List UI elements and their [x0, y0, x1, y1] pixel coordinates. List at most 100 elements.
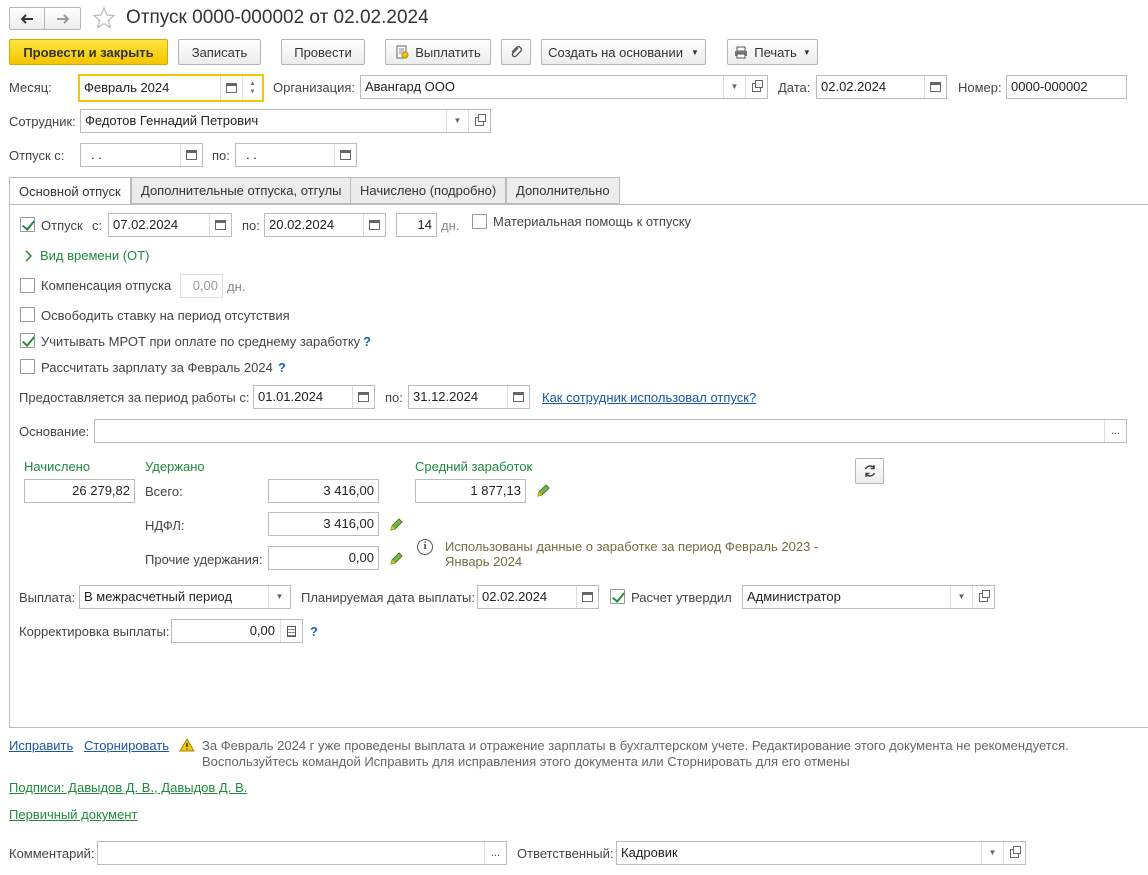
calendar-icon[interactable]	[209, 214, 231, 236]
open-icon[interactable]	[1003, 842, 1025, 864]
correction-field[interactable]: 0,00	[171, 619, 303, 643]
payment-select[interactable]: В межрасчетный период ▼	[79, 585, 291, 609]
open-icon[interactable]	[972, 586, 994, 608]
page-title: Отпуск 0000-000002 от 02.02.2024	[126, 7, 429, 28]
arrow-left-icon	[20, 13, 33, 24]
basis-field[interactable]: ...	[94, 419, 1127, 443]
calendar-icon[interactable]	[334, 144, 356, 166]
refresh-button[interactable]	[855, 458, 884, 484]
material-help-checkbox[interactable]	[472, 214, 487, 229]
leave-usage-link[interactable]: Как сотрудник использовал отпуск?	[542, 390, 756, 405]
employee-field[interactable]: Федотов Геннадий Петрович ▼	[80, 109, 491, 133]
approved-by-field[interactable]: Администратор ▼	[742, 585, 995, 609]
refresh-icon	[864, 465, 875, 477]
calendar-icon[interactable]	[180, 144, 202, 166]
tab-additional[interactable]: Дополнительно	[506, 177, 620, 204]
period-to-label: по:	[385, 390, 403, 405]
leave-end-field[interactable]: 20.02.2024	[264, 213, 386, 237]
mrot-help-icon[interactable]: ?	[363, 334, 371, 349]
tab-accrued-detailed[interactable]: Начислено (подробно)	[350, 177, 507, 204]
pay-button[interactable]: Выплатить	[385, 39, 491, 65]
post-and-close-button[interactable]: Провести и закрыть	[9, 39, 168, 65]
planned-date-field[interactable]: 02.02.2024	[477, 585, 599, 609]
favorite-star-icon[interactable]	[92, 6, 116, 30]
period-from-field[interactable]: 01.01.2024	[253, 385, 375, 409]
calculator-icon[interactable]	[280, 620, 302, 642]
other-withholdings-field[interactable]: 0,00	[268, 546, 379, 570]
calendar-icon[interactable]	[507, 386, 529, 408]
edit-other-pencil-icon[interactable]	[389, 552, 403, 566]
total-field[interactable]: 3 416,00	[268, 479, 379, 503]
calendar-icon[interactable]	[220, 76, 242, 100]
compensation-checkbox[interactable]	[20, 278, 35, 293]
comment-field[interactable]: ...	[97, 841, 507, 865]
time-type-expander[interactable]: Вид времени (ОТ)	[40, 248, 149, 263]
chevron-right-icon[interactable]	[24, 250, 33, 262]
planned-date-label: Планируемая дата выплаты:	[301, 590, 475, 605]
calc-salary-checkbox[interactable]	[20, 359, 35, 374]
month-label: Месяц:	[9, 80, 52, 95]
reverse-link[interactable]: Сторнировать	[84, 738, 169, 753]
release-rate-label: Освободить ставку на период отсутствия	[41, 308, 290, 323]
correction-help-icon[interactable]: ?	[310, 624, 318, 639]
leave-label: Отпуск	[41, 218, 83, 233]
open-icon[interactable]	[745, 76, 767, 98]
leave-start-field[interactable]: 07.02.2024	[108, 213, 232, 237]
ellipsis-icon[interactable]: ...	[484, 842, 506, 864]
calc-salary-help-icon[interactable]: ?	[278, 360, 286, 375]
accrued-field[interactable]: 26 279,82	[24, 479, 135, 503]
leave-from-field[interactable]: . .	[80, 143, 203, 167]
warning-text-1: За Февраль 2024 г уже проведены выплата …	[202, 738, 1069, 753]
dropdown-icon[interactable]: ▼	[723, 76, 745, 98]
organization-field[interactable]: Авангард ООО ▼	[360, 75, 768, 99]
edit-avg-pencil-icon[interactable]	[536, 484, 550, 498]
days-field[interactable]: 14	[396, 213, 437, 237]
post-button[interactable]: Провести	[281, 39, 365, 65]
number-label: Номер:	[958, 80, 1002, 95]
fix-link[interactable]: Исправить	[9, 738, 73, 753]
leave-to-field[interactable]: . .	[235, 143, 357, 167]
release-rate-checkbox[interactable]	[20, 307, 35, 322]
tab-main-leave[interactable]: Основной отпуск	[9, 177, 131, 205]
create-based-on-label: Создать на основании	[548, 44, 683, 60]
signatures-link[interactable]: Подписи: Давыдов Д. В., Давыдов Д. В.	[9, 780, 247, 795]
create-based-on-button[interactable]: Создать на основании ▼	[541, 39, 706, 65]
save-button[interactable]: Записать	[178, 39, 261, 65]
warning-icon	[179, 738, 195, 752]
dropdown-icon[interactable]: ▼	[268, 586, 290, 608]
calendar-icon[interactable]	[352, 386, 374, 408]
edit-ndfl-pencil-icon[interactable]	[389, 518, 403, 532]
number-field[interactable]: 0000-000002	[1006, 75, 1127, 99]
leave-checkbox[interactable]	[20, 217, 35, 232]
month-spinner[interactable]: ▲ ▼	[242, 76, 262, 100]
arrow-right-icon	[56, 13, 69, 24]
organization-label: Организация:	[273, 80, 356, 95]
chevron-down-icon: ▼	[802, 47, 811, 57]
tab-additional-leaves[interactable]: Дополнительные отпуска, отгулы	[131, 177, 352, 204]
month-field[interactable]: Февраль 2024 ▲ ▼	[78, 74, 264, 102]
dropdown-icon[interactable]: ▼	[446, 110, 468, 132]
ndfl-field[interactable]: 3 416,00	[268, 512, 379, 536]
primary-document-link[interactable]: Первичный документ	[9, 807, 137, 822]
calendar-icon[interactable]	[924, 76, 946, 98]
back-button[interactable]	[9, 7, 45, 30]
responsible-field[interactable]: Кадровик ▼	[616, 841, 1026, 865]
forward-button[interactable]	[44, 7, 81, 30]
mrot-checkbox[interactable]	[20, 333, 35, 348]
attach-button[interactable]	[501, 39, 531, 65]
avg-earnings-field[interactable]: 1 877,13	[415, 479, 526, 503]
calendar-icon[interactable]	[363, 214, 385, 236]
period-to-field[interactable]: 31.12.2024	[408, 385, 530, 409]
open-icon[interactable]	[468, 110, 490, 132]
warning-text-2: Воспользуйтесь командой Исправить для ис…	[202, 754, 850, 769]
print-button[interactable]: Печать ▼	[727, 39, 818, 65]
pay-label: Выплатить	[415, 44, 481, 60]
approved-checkbox[interactable]	[610, 589, 625, 604]
document-pay-icon	[396, 45, 409, 59]
compensation-days-field[interactable]: 0,00	[180, 274, 223, 298]
calendar-icon[interactable]	[576, 586, 598, 608]
date-field[interactable]: 02.02.2024	[816, 75, 947, 99]
dropdown-icon[interactable]: ▼	[981, 842, 1003, 864]
dropdown-icon[interactable]: ▼	[950, 586, 972, 608]
ellipsis-icon[interactable]: ...	[1104, 420, 1126, 442]
